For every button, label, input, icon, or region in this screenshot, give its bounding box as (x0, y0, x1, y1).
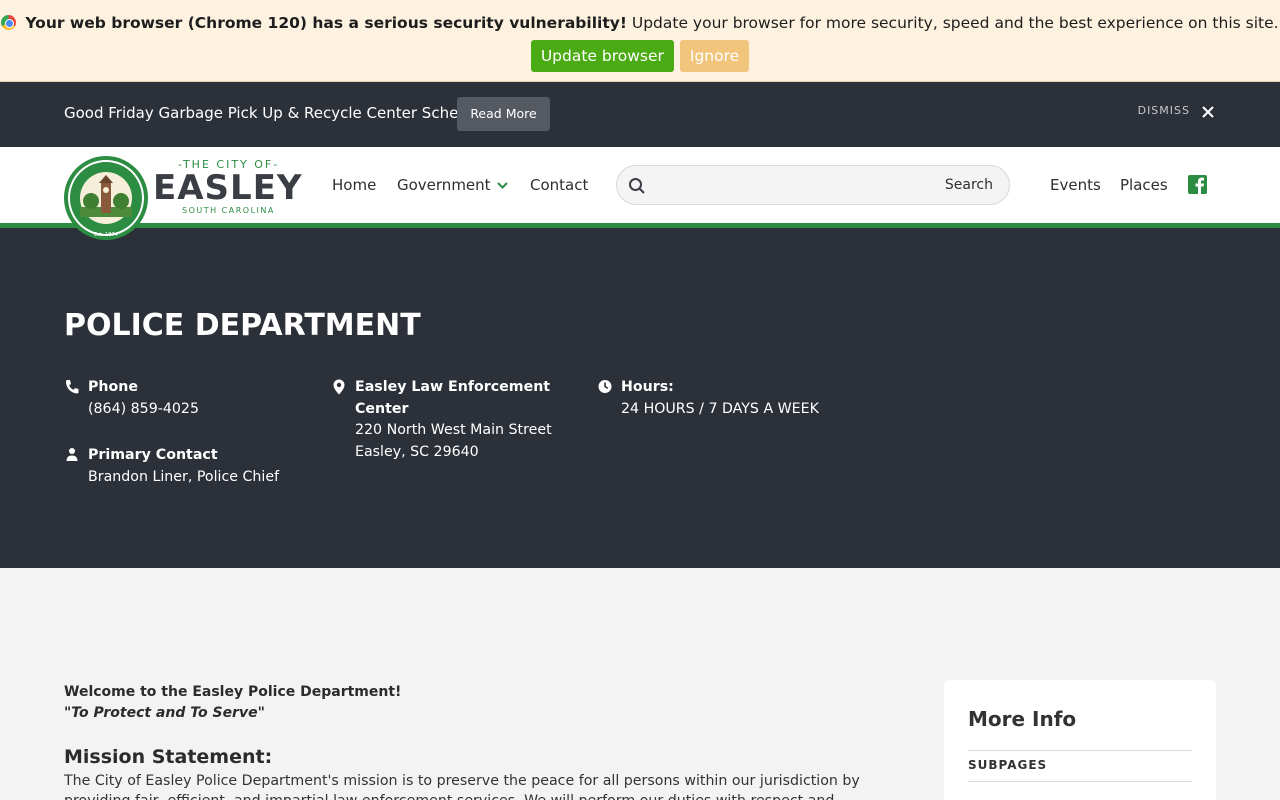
primary-contact-label: Primary Contact (88, 447, 218, 463)
logo-state: SOUTH CAROLINA (182, 206, 275, 215)
logo-name[interactable]: EASLEY (153, 168, 303, 208)
search-button[interactable]: Search (945, 177, 993, 193)
hours-label: Hours: (621, 379, 674, 395)
more-info-sidebar: More Info SUBPAGES (944, 680, 1216, 800)
page-title: POLICE DEPARTMENT (64, 308, 421, 343)
motto-text: "To Protect and To Serve" (64, 705, 265, 721)
location-info: Easley Law Enforcement Center 220 North … (355, 377, 552, 463)
dismiss-link[interactable]: DISMISS (1138, 104, 1190, 117)
city-seal-logo[interactable]: Est. 1874 (63, 155, 149, 241)
person-icon (66, 448, 78, 461)
primary-contact-info: Primary Contact Brandon Liner, Police Ch… (88, 445, 279, 488)
mission-heading: Mission Statement: (64, 746, 273, 768)
subpages-heading[interactable]: SUBPAGES (968, 758, 1047, 772)
address-line1[interactable]: 220 North West Main Street (355, 420, 552, 442)
location-label-line2: Center (355, 400, 409, 417)
alert-bar: Good Friday Garbage Pick Up & Recycle Ce… (0, 82, 1280, 147)
welcome-text: Welcome to the Easley Police Department! (64, 684, 402, 700)
nav-places[interactable]: Places (1120, 176, 1168, 194)
alert-text: Good Friday Garbage Pick Up & Recycle Ce… (64, 104, 491, 122)
address-line2[interactable]: Easley, SC 29640 (355, 442, 552, 464)
chevron-down-icon (496, 182, 508, 189)
facebook-icon[interactable] (1188, 175, 1207, 194)
hours-value: 24 HOURS / 7 DAYS A WEEK (621, 400, 819, 417)
sidebar-divider (968, 781, 1192, 782)
clock-icon (598, 380, 612, 393)
nav-government[interactable]: Government (397, 176, 508, 194)
phone-icon (66, 380, 79, 394)
search-input[interactable] (657, 172, 937, 198)
close-icon[interactable] (1200, 104, 1216, 120)
chrome-icon (1, 15, 17, 30)
phone-label: Phone (88, 379, 138, 395)
update-warning-text: Update your browser for more security, s… (626, 14, 1279, 32)
ignore-button[interactable]: Ignore (679, 40, 750, 72)
more-info-heading: More Info (968, 707, 1077, 731)
hero-section: POLICE DEPARTMENT Phone (864) 859-4025 P… (0, 228, 1280, 568)
nav-events[interactable]: Events (1050, 176, 1101, 194)
welcome-block: Welcome to the Easley Police Department!… (64, 682, 401, 724)
read-more-button[interactable]: Read More (457, 97, 550, 131)
sidebar-divider (968, 750, 1192, 751)
search-box: Search (616, 165, 1010, 205)
location-pin-icon (333, 379, 345, 395)
search-icon[interactable] (628, 177, 646, 195)
update-warning-bold: Your web browser (Chrome 120) has a seri… (25, 14, 627, 32)
update-warning: Your web browser (Chrome 120) has a seri… (0, 14, 1280, 32)
svg-text:Est. 1874: Est. 1874 (94, 232, 118, 238)
phone-number[interactable]: (864) 859-4025 (88, 401, 199, 417)
location-label-line1: Easley Law Enforcement (355, 379, 551, 395)
phone-info: Phone (864) 859-4025 (88, 377, 199, 420)
nav-government-label: Government (397, 176, 491, 194)
mission-text: The City of Easley Police Department's m… (64, 773, 860, 800)
update-browser-button[interactable]: Update browser (530, 40, 674, 72)
primary-contact-name: Brandon Liner, Police Chief (88, 468, 280, 485)
nav-contact[interactable]: Contact (530, 176, 588, 194)
nav-home[interactable]: Home (332, 176, 376, 194)
hours-info: Hours: 24 HOURS / 7 DAYS A WEEK (621, 377, 819, 420)
browser-update-bar: Your web browser (Chrome 120) has a seri… (0, 0, 1280, 82)
